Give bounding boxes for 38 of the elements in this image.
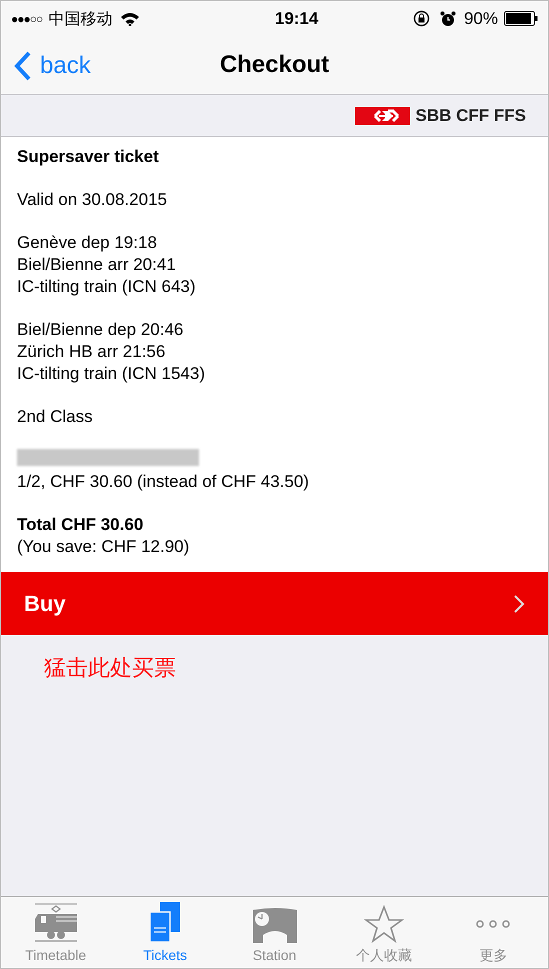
brand-name: SBB CFF FFS	[416, 104, 526, 127]
train-icon	[34, 903, 78, 943]
swiss-railways-logo-icon	[354, 106, 410, 124]
tab-bar-item[interactable]: Station	[220, 897, 330, 968]
tab-bar-item[interactable]: 个人收藏	[329, 897, 439, 968]
back-button[interactable]: back	[14, 48, 91, 84]
carrier-name: 中国移动	[48, 8, 112, 30]
fare-price: 1/2, CHF 30.60 (instead of CHF 43.50)	[17, 471, 310, 493]
ticket-detail: IC-tilting train (ICN 643)	[17, 276, 197, 298]
battery-icon	[504, 11, 538, 26]
alarm-icon	[440, 10, 456, 26]
tab-bar-item[interactable]: 更多	[438, 897, 548, 968]
ticket-detail: Zürich HB arr 21:56	[17, 341, 166, 363]
saving-amount: (You save: CHF 12.90)	[17, 536, 190, 558]
ticket-detail: Valid on 30.08.2015	[17, 189, 168, 211]
battery-percent: 90%	[464, 8, 498, 30]
ticket-detail: Biel/Bienne arr 20:41	[17, 254, 177, 276]
more-icon	[475, 919, 512, 929]
ticket-detail: Biel/Bienne dep 20:46	[17, 319, 184, 341]
ticket-detail: IC-tilting train (ICN 1543)	[17, 363, 206, 385]
ticket-title: Supersaver ticket	[17, 146, 160, 168]
status-time: 19:14	[274, 8, 318, 30]
signal-strength: ●●●○○	[11, 10, 42, 28]
page-title: Checkout	[220, 50, 330, 80]
station-icon	[252, 907, 298, 943]
ticket-detail: Genève dep 19:18	[17, 232, 158, 254]
annotation-note: 猛击此处买票	[44, 655, 177, 683]
total-price: Total CHF 30.60	[17, 514, 144, 536]
star-icon	[364, 905, 404, 943]
wifi-icon	[120, 12, 140, 26]
tickets-icon	[149, 901, 182, 943]
chevron-right-icon	[513, 594, 525, 614]
rotation-lock-icon	[412, 10, 430, 27]
ticket-detail: 2nd Class	[17, 406, 94, 428]
buy-button[interactable]: Buy	[1, 572, 548, 635]
tab-bar-item[interactable]: Timetable	[1, 897, 110, 968]
tab-bar-item[interactable]: Tickets	[110, 897, 220, 968]
chevron-left-icon	[14, 51, 32, 81]
